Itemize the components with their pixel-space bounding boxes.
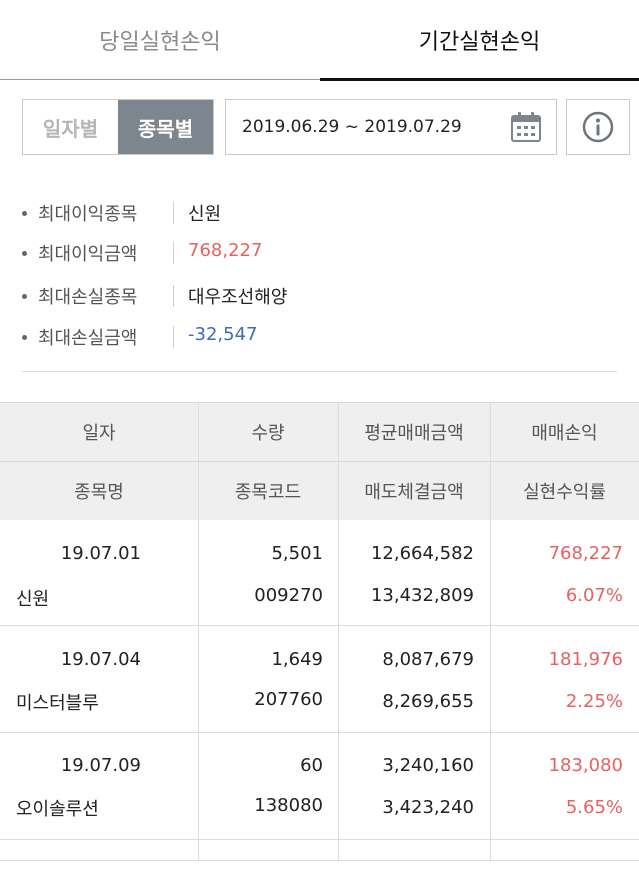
- header-avg-amount: 평균매매금액: [364, 423, 464, 444]
- cell-stock-name: 신원: [16, 589, 50, 610]
- divider: [173, 202, 174, 224]
- cell-avg-amount: 8,087,679: [382, 649, 474, 670]
- cell-stock-name: 오이솔루션: [16, 799, 99, 820]
- cell-avg-amount: 3,240,160: [382, 755, 474, 776]
- table-row[interactable]: 19.07.04 미스터블루 1,649 207760 8,087,679 8,…: [0, 627, 639, 733]
- cell-return-rate: 6.07%: [565, 585, 623, 606]
- cell-sell-amount: 13,432,809: [370, 585, 474, 606]
- summary-value: -32,547: [188, 324, 258, 345]
- divider: [173, 242, 174, 264]
- cell-sell-amount: 3,423,240: [382, 797, 474, 818]
- bullet-dot: [22, 211, 27, 216]
- tab-period-pnl[interactable]: 기간실현손익: [320, 0, 639, 81]
- info-icon: [582, 111, 614, 143]
- table-row[interactable]: 19.07.09 오이솔루션 60 138080 3,240,160 3,423…: [0, 734, 639, 840]
- view-segment-control: 일자별 종목별: [22, 99, 214, 155]
- cell-qty: 60: [300, 755, 323, 776]
- tab-daily-pnl[interactable]: 당일실현손익: [0, 0, 320, 80]
- cell-return-rate: 5.65%: [565, 797, 623, 818]
- cell-qty: 5,501: [271, 543, 323, 564]
- summary-value: 대우조선해양: [188, 287, 288, 308]
- summary-label: 최대이익종목: [38, 204, 138, 225]
- date-range-text: 2019.06.29 ~ 2019.07.29: [242, 117, 462, 137]
- header-return-rate: 실현수익률: [523, 482, 606, 503]
- tab-bar: 당일실현손익 기간실현손익: [0, 0, 639, 81]
- header-sell-amount: 매도체결금액: [364, 482, 464, 503]
- cell-avg-amount: 12,664,582: [370, 543, 474, 564]
- bullet-dot: [22, 294, 27, 299]
- by-stock-button[interactable]: 종목별: [118, 100, 213, 154]
- summary-label: 최대손실종목: [38, 287, 138, 308]
- summary-row: 최대이익종목 신원: [22, 198, 617, 228]
- cell-date: 19.07.04: [60, 649, 141, 670]
- header-pnl: 매매손익: [531, 423, 598, 444]
- cell-date: 19.07.09: [60, 755, 141, 776]
- summary-panel: 최대이익종목 신원 최대이익금액 768,227 최대손실종목 대우조선해양 최…: [22, 190, 617, 372]
- cell-sell-amount: 8,269,655: [382, 691, 474, 712]
- summary-value: 신원: [188, 204, 222, 225]
- cell-stock-code: 138080: [254, 795, 323, 816]
- divider: [173, 285, 174, 307]
- header-date: 일자: [82, 423, 116, 444]
- summary-row: 최대이익금액 768,227: [22, 238, 617, 268]
- date-range-field[interactable]: 2019.06.29 ~ 2019.07.29: [225, 99, 557, 155]
- info-button[interactable]: [566, 99, 630, 155]
- bullet-dot: [22, 335, 27, 340]
- divider: [0, 860, 639, 861]
- header-qty: 수량: [251, 423, 285, 444]
- summary-row: 최대손실종목 대우조선해양: [22, 281, 617, 311]
- cell-stock-code: 207760: [254, 689, 323, 710]
- calendar-icon[interactable]: [510, 111, 542, 143]
- divider: [173, 326, 174, 348]
- bullet-dot: [22, 251, 27, 256]
- header-stock-code: 종목코드: [234, 482, 302, 503]
- summary-row: 최대손실금액 -32,547: [22, 322, 617, 352]
- summary-value: 768,227: [188, 240, 263, 261]
- cell-stock-name: 미스터블루: [16, 693, 99, 714]
- cell-date: 19.07.01: [60, 543, 141, 564]
- cell-qty: 1,649: [271, 649, 323, 670]
- cell-pnl: 183,080: [548, 755, 623, 776]
- cell-pnl: 181,976: [548, 649, 623, 670]
- cell-pnl: 768,227: [548, 543, 623, 564]
- summary-label: 최대손실금액: [38, 328, 138, 349]
- header-stock-name: 종목명: [74, 482, 124, 503]
- table-header: 일자 수량 평균매매금액 매매손익 종목명 종목코드 매도체결금액 실현수익률: [0, 402, 639, 520]
- cell-stock-code: 009270: [254, 585, 323, 606]
- table-row[interactable]: 19.07.01 신원 5,501 009270 12,664,582 13,4…: [0, 520, 639, 626]
- cell-return-rate: 2.25%: [565, 691, 623, 712]
- summary-label: 최대이익금액: [38, 244, 138, 265]
- by-date-button[interactable]: 일자별: [23, 100, 118, 154]
